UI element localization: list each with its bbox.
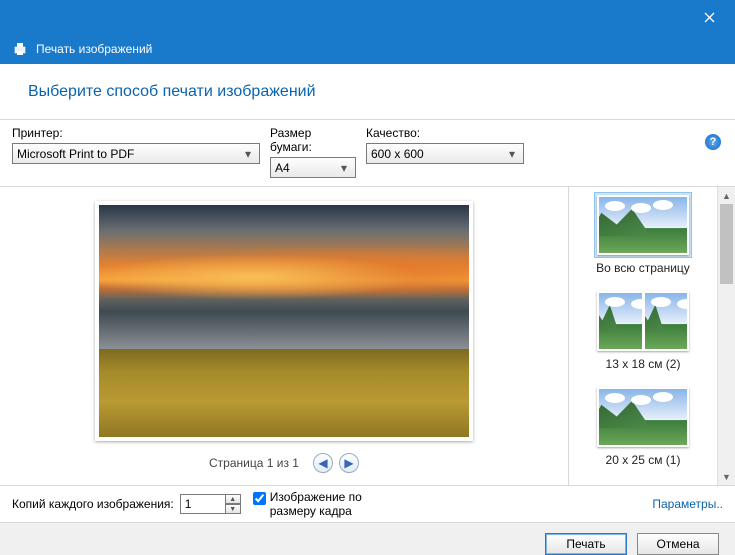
- quality-select[interactable]: 600 x 600 ▾: [366, 143, 524, 164]
- copies-label: Копий каждого изображения:: [12, 497, 174, 511]
- quality-label: Качество:: [366, 126, 524, 140]
- layout-label: Во всю страницу: [573, 261, 713, 275]
- fit-checkbox[interactable]: [253, 492, 266, 505]
- copies-up-button[interactable]: ▲: [225, 494, 241, 504]
- fit-label[interactable]: Изображение по размеру кадра: [270, 490, 400, 518]
- chevron-down-icon: ▾: [337, 161, 351, 175]
- chevron-down-icon: ▾: [505, 147, 519, 161]
- prev-page-button[interactable]: ◀: [313, 453, 333, 473]
- printer-select[interactable]: Microsoft Print to PDF ▾: [12, 143, 260, 164]
- layout-option[interactable]: 20 x 25 см (1): [573, 385, 713, 467]
- instruction-text: Выберите способ печати изображений: [28, 83, 316, 101]
- triangle-right-icon: ▶: [344, 456, 353, 470]
- printer-value: Microsoft Print to PDF: [17, 147, 241, 161]
- instruction-header: Выберите способ печати изображений: [0, 64, 735, 120]
- printer-icon: [12, 41, 28, 57]
- layout-option[interactable]: Во всю страницу: [573, 193, 713, 275]
- close-button[interactable]: [689, 0, 729, 34]
- chevron-down-icon: ▾: [241, 147, 255, 161]
- print-options-row: ? Принтер: Microsoft Print to PDF ▾ Разм…: [0, 120, 735, 187]
- cancel-button[interactable]: Отмена: [637, 533, 719, 555]
- window-title: Печать изображений: [36, 42, 152, 56]
- copies-bar: Копий каждого изображения: ▲ ▼ Изображен…: [0, 485, 735, 523]
- papersize-select[interactable]: A4 ▾: [270, 157, 356, 178]
- caption-bar: Печать изображений: [0, 34, 735, 64]
- layout-label: 20 x 25 см (1): [573, 453, 713, 467]
- help-icon[interactable]: ?: [705, 134, 721, 150]
- print-button[interactable]: Печать: [545, 533, 627, 555]
- layout-list[interactable]: Во всю страницу 13 x 18 см (2) 20 x 25 см …: [569, 187, 717, 485]
- layout-scrollbar[interactable]: ▲ ▼: [717, 187, 735, 485]
- quality-value: 600 x 600: [371, 147, 505, 161]
- pager: Страница 1 из 1 ◀ ▶: [209, 453, 359, 473]
- next-page-button[interactable]: ▶: [339, 453, 359, 473]
- scroll-thumb[interactable]: [720, 204, 733, 284]
- layout-option[interactable]: 13 x 18 см (2): [573, 289, 713, 371]
- titlebar: [0, 0, 735, 34]
- preview-image: [99, 205, 469, 437]
- preview-sheet: [95, 201, 473, 441]
- layout-label: 13 x 18 см (2): [573, 357, 713, 371]
- triangle-left-icon: ◀: [318, 456, 327, 470]
- scroll-down-button[interactable]: ▼: [718, 468, 735, 485]
- preview-pane: Страница 1 из 1 ◀ ▶: [0, 187, 569, 485]
- printer-label: Принтер:: [12, 126, 260, 140]
- papersize-label: Размер бумаги:: [270, 126, 356, 154]
- scroll-up-button[interactable]: ▲: [718, 187, 735, 204]
- dialog-footer: Печать Отмена: [0, 523, 735, 555]
- options-link[interactable]: Параметры..: [652, 497, 723, 511]
- pager-text: Страница 1 из 1: [209, 456, 299, 470]
- close-icon: [704, 12, 715, 23]
- papersize-value: A4: [275, 161, 337, 175]
- copies-input[interactable]: [180, 494, 226, 514]
- copies-down-button[interactable]: ▼: [225, 504, 241, 514]
